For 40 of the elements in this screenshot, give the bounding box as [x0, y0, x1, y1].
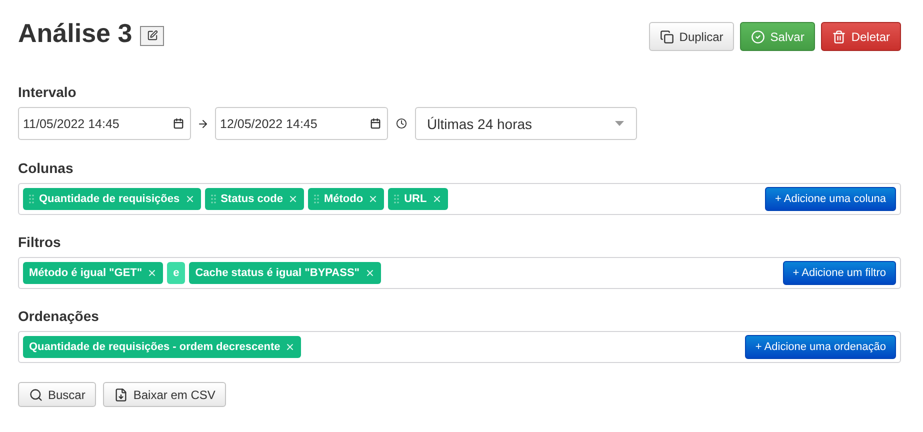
clock-icon [396, 118, 407, 129]
remove-icon[interactable] [285, 342, 296, 352]
remove-icon[interactable] [432, 194, 442, 204]
action-button[interactable]: Salvar [740, 22, 816, 51]
drag-handle-icon[interactable] [29, 194, 34, 204]
check-circle-icon [751, 30, 766, 44]
drag-handle-icon[interactable] [394, 194, 400, 204]
drag-handle-icon[interactable] [314, 194, 319, 204]
action-button[interactable]: Deletar [821, 22, 901, 51]
arrow-icon [197, 118, 209, 130]
remove-icon[interactable] [184, 194, 195, 204]
file-download-icon [114, 388, 128, 402]
date-field[interactable]: 11/05/2022 14:45 [18, 107, 191, 140]
footer-button[interactable]: Baixar em CSV [103, 382, 226, 407]
remove-icon[interactable] [147, 268, 158, 278]
calendar-icon[interactable] [370, 118, 381, 129]
edit-icon [146, 30, 158, 41]
action-button[interactable]: Duplicar [649, 22, 734, 51]
copy-icon [660, 30, 674, 44]
add-button[interactable]: + Adicione uma ordenação [745, 335, 896, 359]
add-button[interactable]: + Adicione uma coluna [765, 187, 896, 211]
trash-icon [832, 30, 846, 44]
connector-tag: e [167, 262, 186, 284]
remove-icon[interactable] [364, 268, 375, 278]
section-label: Ordenações [18, 308, 99, 324]
calendar-icon[interactable] [173, 118, 184, 129]
footer-button[interactable]: Buscar [18, 382, 96, 407]
date-field[interactable]: 12/05/2022 14:45 [215, 107, 388, 140]
section-label: Colunas [18, 160, 74, 176]
add-button[interactable]: + Adicione um filtro [782, 261, 896, 285]
search-icon [29, 388, 43, 402]
edit-button[interactable] [140, 26, 164, 46]
drag-handle-icon[interactable] [210, 194, 216, 204]
preset-select[interactable]: Últimas 24 horas [415, 107, 637, 140]
page-title: Análise 3 [18, 18, 132, 49]
caret-icon [615, 121, 624, 126]
remove-icon[interactable] [288, 194, 298, 204]
section-label: Filtros [18, 234, 61, 250]
section-label: Intervalo [18, 84, 76, 100]
remove-icon[interactable] [368, 194, 378, 204]
